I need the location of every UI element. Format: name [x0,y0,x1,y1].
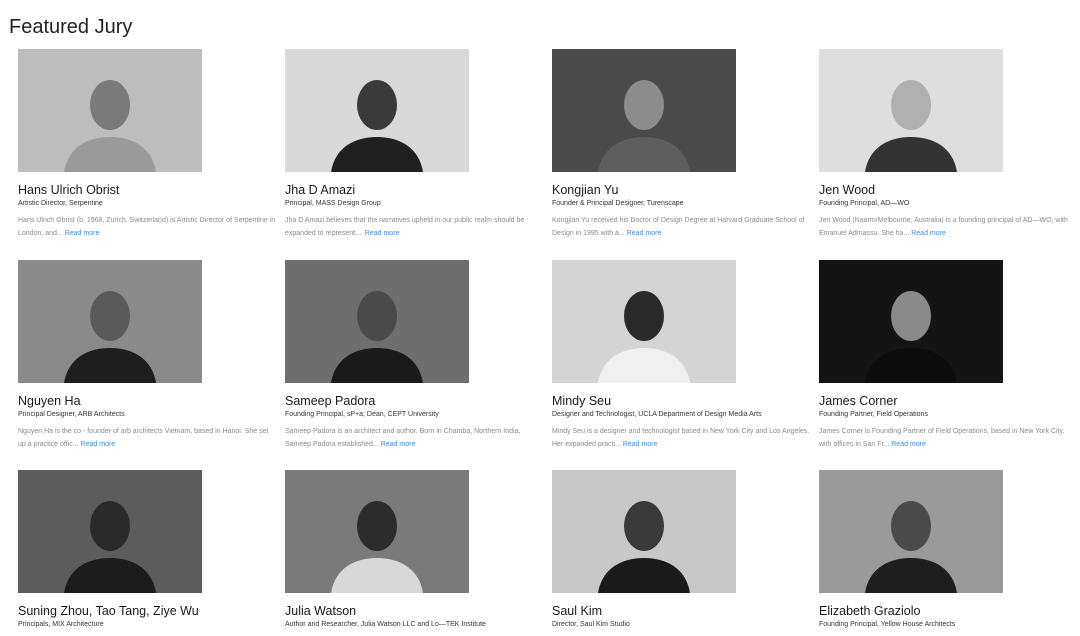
portrait-image [18,49,202,172]
juror-name[interactable]: Jen Wood [819,183,1077,198]
read-more-link[interactable]: Read more [65,230,100,237]
juror-photo[interactable] [285,260,469,383]
photo-head [357,80,397,130]
juror-photo[interactable] [18,260,202,383]
juror-photo[interactable] [552,470,736,593]
juror-role: Artistic Director, Serpentine [18,200,103,207]
portrait-image [18,470,202,593]
juror-bio-text: Jha D Amazi believes that the narratives… [285,217,525,237]
juror-role: Designer and Technologist, UCLA Departme… [552,411,762,418]
juror-card[interactable]: Mindy Seu Designer and Technologist, UCL… [552,260,810,451]
juror-card[interactable]: James Corner Founding Partner, Field Ope… [819,260,1077,451]
photo-head [624,291,664,341]
juror-photo[interactable] [819,49,1003,172]
juror-card[interactable]: Nguyen Ha Principal Designer, ARB Archit… [18,260,276,451]
juror-card[interactable]: Sameep Padora Founding Principal, sP+a; … [285,260,543,451]
photo-head [90,291,130,341]
portrait-image [285,470,469,593]
juror-name[interactable]: Elizabeth Graziolo [819,604,1077,619]
juror-card[interactable]: Hans Ulrich Obrist Artistic Director, Se… [18,49,276,240]
juror-bio-text: Kongjian Yu received his Doctor of Desig… [552,217,805,237]
juror-bio-text: Nguyen Ha is the co - founder of arb arc… [18,428,269,448]
photo-head [357,291,397,341]
juror-name[interactable]: James Corner [819,394,1077,409]
juror-photo[interactable] [18,49,202,172]
section-title: Featured Jury [9,16,133,38]
juror-photo[interactable] [285,49,469,172]
juror-card[interactable]: Suning Zhou, Tao Tang, Ziye Wu Principal… [18,470,276,630]
juror-card[interactable]: Elizabeth Graziolo Founding Principal, Y… [819,470,1077,630]
juror-role: Founder & Principal Designer, Turenscape [552,200,684,207]
juror-name[interactable]: Sameep Padora [285,394,543,409]
juror-card[interactable]: Julia Watson Author and Researcher, Juli… [285,470,543,630]
photo-head [624,501,664,551]
read-more-link[interactable]: Read more [911,230,946,237]
juror-role: Principals, MIX Architecture [18,621,104,628]
juror-bio: James Corner is Founding Partner of Fiel… [819,425,1077,451]
read-more-link[interactable]: Read more [623,441,658,448]
photo-head [891,80,931,130]
juror-bio: Kongjian Yu received his Doctor of Desig… [552,214,810,240]
juror-role: Director, Saul Kim Studio [552,621,630,628]
juror-bio: Hans Ulrich Obrist (b. 1968, Zurich, Swi… [18,214,276,240]
juror-bio: Jha D Amazi believes that the narratives… [285,214,543,240]
portrait-image [819,470,1003,593]
juror-role: Principal Designer, ARB Architects [18,411,125,418]
juror-card[interactable]: Jha D Amazi Principal, MASS Design Group… [285,49,543,240]
portrait-image [819,260,1003,383]
photo-head [90,80,130,130]
juror-name[interactable]: Kongjian Yu [552,183,810,198]
juror-name[interactable]: Saul Kim [552,604,810,619]
portrait-image [18,260,202,383]
portrait-image [285,260,469,383]
juror-name[interactable]: Julia Watson [285,604,543,619]
portrait-image [552,470,736,593]
juror-card[interactable]: Saul Kim Director, Saul Kim Studio [552,470,810,630]
juror-photo[interactable] [285,470,469,593]
portrait-image [819,49,1003,172]
juror-role: Author and Researcher, Julia Watson LLC … [285,621,486,628]
juror-name[interactable]: Mindy Seu [552,394,810,409]
juror-bio: Mindy Seu is a designer and technologist… [552,425,810,451]
read-more-link[interactable]: Read more [365,230,400,237]
juror-role: Founding Principal, AD—WO [819,200,910,207]
juror-name[interactable]: Nguyen Ha [18,394,276,409]
juror-card[interactable]: Jen Wood Founding Principal, AD—WO Jen W… [819,49,1077,240]
read-more-link[interactable]: Read more [81,441,116,448]
photo-head [624,80,664,130]
juror-bio: Nguyen Ha is the co - founder of arb arc… [18,425,276,451]
juror-bio-text: Mindy Seu is a designer and technologist… [552,428,810,448]
juror-name[interactable]: Jha D Amazi [285,183,543,198]
juror-role: Principal, MASS Design Group [285,200,381,207]
juror-photo[interactable] [819,470,1003,593]
photo-head [90,501,130,551]
read-more-link[interactable]: Read more [627,230,662,237]
juror-card[interactable]: Kongjian Yu Founder & Principal Designer… [552,49,810,240]
portrait-image [552,49,736,172]
read-more-link[interactable]: Read more [381,441,416,448]
juror-photo[interactable] [552,49,736,172]
juror-role: Founding Principal, Yellow House Archite… [819,621,956,628]
portrait-image [552,260,736,383]
juror-bio-text: James Corner is Founding Partner of Fiel… [819,428,1065,448]
portrait-image [285,49,469,172]
juror-name[interactable]: Suning Zhou, Tao Tang, Ziye Wu [18,604,276,619]
photo-head [891,291,931,341]
juror-name[interactable]: Hans Ulrich Obrist [18,183,276,198]
juror-role: Founding Principal, sP+a; Dean, CEPT Uni… [285,411,439,418]
photo-head [891,501,931,551]
juror-photo[interactable] [18,470,202,593]
juror-role: Founding Partner, Field Operations [819,411,928,418]
juror-photo[interactable] [552,260,736,383]
juror-bio: Sameep Padora is an architect and author… [285,425,543,451]
photo-head [357,501,397,551]
read-more-link[interactable]: Read more [891,441,926,448]
juror-bio-text: Hans Ulrich Obrist (b. 1968, Zurich, Swi… [18,217,276,237]
juror-photo[interactable] [819,260,1003,383]
juror-bio: Jen Wood (Naarm/Melbourne, Australia) is… [819,214,1077,240]
